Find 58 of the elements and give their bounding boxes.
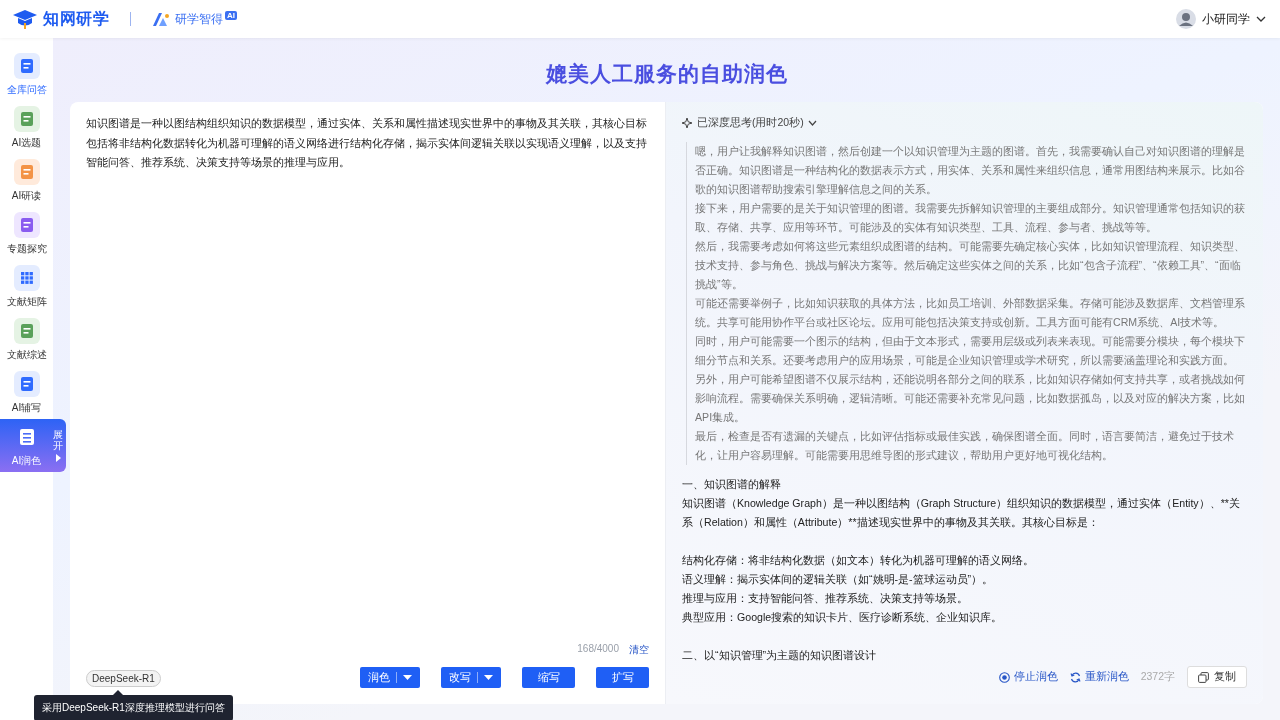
tooltip: 采用DeepSeek-R1深度推理模型进行问答 (34, 695, 233, 720)
thinking-paragraph: 然后，我需要考虑如何将这些元素组织成图谱的结构。可能需要先确定核心实体，比如知识管理流程、知识类型、技术支持、参与角色、挑战与解决方案等。然后确定这些实体之间的关系，比如“包含子流程”、“依赖工具”、“面临挑战”等。 (695, 239, 1246, 292)
copy-icon (1198, 671, 1209, 683)
action-button[interactable]: 改写 (441, 667, 501, 688)
thinking-toggle[interactable]: 已深度思考(用时20秒) (682, 116, 1247, 130)
thinking-paragraph: 嗯，用户让我解释知识图谱，然后创建一个以知识管理为主题的图谱。首先，我需要确认自己对知识图谱的理解是否正确。知识图谱是一种结构化的数据表示方式，用实体、关系和属性来组织信息，通常用图结构来展示。比如谷歌的知识图谱帮助搜索引擎理解信息之间的关系。 (695, 144, 1246, 197)
dropdown-icon (403, 675, 412, 680)
answer-paragraph: 典型应用：Google搜索的知识卡片、医疗诊断系统、企业知识库。 (682, 610, 1004, 625)
grid-icon (13, 264, 40, 291)
thinking-paragraph: 同时，用户可能需要一个图示的结构，但由于文本形式，需要用层级或列表来表现。可能需要分模块，每个模块下细分节点和关系。还要考虑用户的应用场景，可能是企业知识管理或学术研究，所以需要涵盖理论和实践方面。 (695, 334, 1246, 368)
expand-toggle[interactable]: 展开 (53, 429, 66, 462)
sidebar-item[interactable]: AI润色 展开 (0, 419, 66, 472)
logo-text: 知网研学 (43, 8, 109, 29)
sidebar-item[interactable]: 文献矩阵 (0, 260, 53, 313)
char-counter: 168/4000 (577, 643, 619, 656)
sidebar-item[interactable]: 文献综述 (0, 313, 53, 366)
clear-link[interactable]: 清空 (629, 643, 649, 657)
action-button[interactable]: 缩写 (522, 667, 575, 688)
ai-badge: AI (225, 11, 237, 20)
stop-button[interactable]: 停止润色 (998, 670, 1058, 684)
user-name[interactable]: 小研同学 (1202, 10, 1250, 28)
product-name: 研学智得 (175, 10, 223, 28)
answer-paragraph: 结构化存储：将非结构化数据（如文本）转化为机器可理解的语义网络。 (682, 553, 1035, 568)
avatar-icon[interactable] (1176, 9, 1196, 29)
sidebar-item[interactable]: AI辅写 (0, 366, 53, 419)
action-button[interactable]: 润色 (360, 667, 420, 688)
product-logo-icon (152, 11, 170, 27)
logo-icon (12, 9, 38, 29)
chevron-icon (807, 120, 817, 126)
sidebar-item[interactable]: AI研读 (0, 154, 53, 207)
caret-icon[interactable] (1256, 16, 1266, 22)
answer-paragraph: 一、知识图谱的解释 (682, 477, 782, 492)
copy-button[interactable]: 复制 (1187, 666, 1247, 688)
thinking-paragraph: 可能还需要举例子，比如知识获取的具体方法，比如员工培训、外部数据采集。存储可能涉及数据库、文档管理系统。共享可能用协作平台或社区论坛。应用可能包括决策支持或创新。工具方面可能有CRM系统、AI技术等。 (695, 296, 1246, 330)
regenerate-button[interactable]: 重新润色 (1069, 670, 1129, 684)
answer-paragraph: 推理与应用：支持智能问答、推荐系统、决策支持等场景。 (682, 591, 969, 606)
stop-icon (998, 671, 1010, 683)
note-icon (13, 105, 40, 132)
document-icon (13, 317, 40, 344)
sidebar-item[interactable]: AI选题 (0, 101, 53, 154)
thinking-paragraph: 另外，用户可能希望图谱不仅展示结构，还能说明各部分之间的联系，比如知识存储如何支持共享，或者挑战如何影响流程。需要确保关系明确，逻辑清晰。可能还需要补充常见问题，比如数据孤岛，以及对应的解决方案，比如API集成。 (695, 372, 1246, 425)
thinking-paragraph: 接下来，用户需要的是关于知识管理的图谱。我需要先拆解知识管理的主要组成部分。知识管理通常包括知识的获取、存储、共享、应用等环节。可能涉及的实体有知识类型、工具、流程、参与者、挑战等等。 (695, 201, 1246, 235)
sparkle-icon (682, 117, 693, 129)
answer-paragraph: 二、以“知识管理”为主题的知识图谱设计 (682, 648, 878, 663)
word-count: 2372字 (1140, 670, 1175, 684)
thinking-paragraph: 最后，检查是否有遗漏的关键点，比如评估指标或最佳实践，确保图谱全面。同时，语言要简洁，避免过于技术化，让用户容易理解。可能需要用思维导图的形式建议，帮助用户更好地可视化结构。 (695, 429, 1235, 463)
text-input[interactable]: 知识图谱是一种以图结构组织知识的数据模型，通过实体、关系和属性描述现实世界中的事物及其关联，其核心目标包括将非结构化数据转化为机器可理解的语义网络进行结构化存储，揭示实体间逻辑关联以实现语义理解，以及支持智能问答、推荐系统、决策支持等场景的推理与应用。 (86, 114, 649, 643)
triangle-icon (55, 454, 61, 462)
answer-paragraph: 知识图谱（Knowledge Graph）是一种以图结构（Graph Structure）组织知识的数据模型，通过实体（Entity）、**关系（Relation）和属性（Attribute）**描述现实世界中的事物及其关联。其核心目标是： (682, 496, 1241, 530)
sidebar-item[interactable]: 专题探究 (0, 207, 53, 260)
dropdown-icon (484, 675, 493, 680)
answer-paragraph: 语义理解：揭示实体间的逻辑关联（如“姚明-是-篮球运动员”）。 (682, 572, 995, 587)
refresh-icon (1069, 671, 1081, 683)
model-tag[interactable]: DeepSeek-R1 (86, 670, 161, 687)
action-button[interactable]: 扩写 (596, 667, 649, 688)
page-title: 媲美人工服务的自助润色 (544, 61, 789, 87)
sidebar-item[interactable]: 全库问答 (0, 48, 53, 101)
tooltip-arrow (113, 690, 123, 695)
